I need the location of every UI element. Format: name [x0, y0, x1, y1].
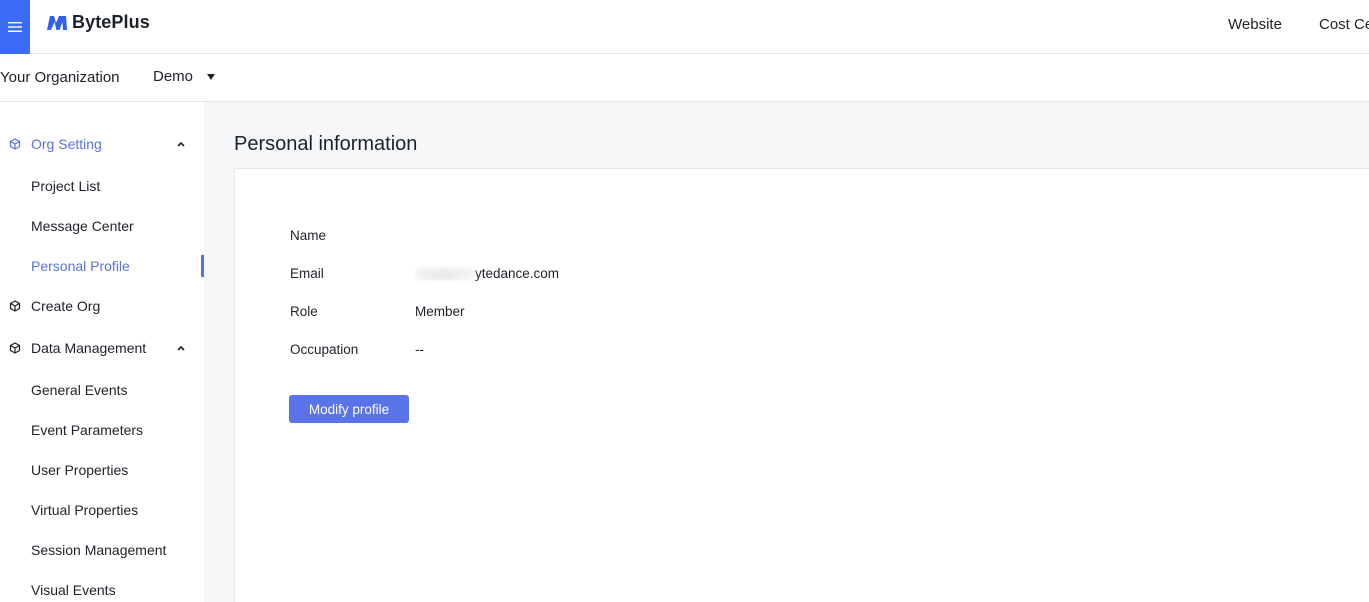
sidebar-item-label: Event Parameters: [31, 422, 144, 438]
page-title: Personal information: [234, 133, 418, 155]
organization-select[interactable]: Demo: [153, 68, 216, 85]
field-label: Email: [290, 265, 324, 281]
sidebar-group-org-setting[interactable]: Org Setting: [0, 124, 204, 164]
sidebar-group-label: Create Org: [31, 298, 101, 314]
field-label: Role: [290, 303, 318, 319]
menu-icon: [8, 22, 22, 32]
organization-label: Your Organization: [0, 69, 120, 86]
redacted-mask: [415, 267, 475, 280]
chevron-up-icon: [177, 345, 185, 351]
sidebar-item-session-management[interactable]: Session Management: [0, 530, 204, 570]
field-value: --: [415, 341, 424, 357]
menu-button[interactable]: [0, 0, 30, 54]
byteplus-logo-icon: [47, 15, 67, 30]
modify-profile-button[interactable]: Modify profile: [289, 395, 409, 423]
brand-logo[interactable]: BytePlus: [46, 12, 150, 33]
sidebar-item-label: Session Management: [31, 542, 167, 558]
sidebar-item-label: Visual Events: [31, 582, 116, 598]
cost-center-link[interactable]: Cost Ce: [1319, 16, 1369, 33]
sidebar-group-create-org[interactable]: Create Org: [0, 286, 204, 326]
sidebar-item-label: General Events: [31, 382, 128, 398]
field-value: Member: [415, 303, 465, 319]
sidebar-item-event-parameters[interactable]: Event Parameters: [0, 410, 204, 450]
sidebar: Org Setting Project List Message Center …: [0, 102, 204, 602]
sidebar-item-user-properties[interactable]: User Properties: [0, 450, 204, 490]
top-bar: BytePlus Website Cost Ce: [0, 0, 1369, 54]
sidebar-group-data-management[interactable]: Data Management: [0, 328, 204, 368]
organization-bar: Your Organization Demo: [0, 54, 1369, 102]
sidebar-item-project-list[interactable]: Project List: [0, 166, 204, 206]
main-content: Personal information Name Email ytedance…: [204, 102, 1369, 602]
field-label: Name: [290, 227, 327, 243]
sidebar-item-label: Virtual Properties: [31, 502, 139, 518]
sidebar-item-label: Message Center: [31, 218, 134, 234]
sidebar-group-label: Org Setting: [31, 136, 102, 152]
field-label: Occupation: [290, 341, 359, 357]
organization-selected-value: Demo: [153, 68, 194, 85]
sidebar-item-label: Personal Profile: [31, 258, 130, 274]
cube-icon: [9, 342, 21, 354]
sidebar-group-label: Data Management: [31, 340, 147, 356]
brand-name: BytePlus: [72, 12, 150, 32]
cube-icon: [9, 300, 21, 312]
caret-down-icon: [207, 74, 216, 80]
sidebar-item-general-events[interactable]: General Events: [0, 370, 204, 410]
sidebar-item-virtual-properties[interactable]: Virtual Properties: [0, 490, 204, 530]
sidebar-item-label: User Properties: [31, 462, 129, 478]
cube-icon: [9, 138, 21, 150]
sidebar-item-label: Project List: [31, 178, 101, 194]
field-value: ytedance.com: [475, 265, 560, 281]
website-link[interactable]: Website: [1228, 16, 1282, 33]
profile-card: Name Email ytedance.com Role Member Occu…: [234, 168, 1369, 602]
field-value-wrapper: ytedance.com: [415, 266, 559, 281]
sidebar-item-message-center[interactable]: Message Center: [0, 206, 204, 246]
sidebar-item-visual-events[interactable]: Visual Events: [0, 570, 204, 602]
chevron-up-icon: [177, 141, 185, 147]
sidebar-item-personal-profile[interactable]: Personal Profile: [0, 246, 204, 286]
